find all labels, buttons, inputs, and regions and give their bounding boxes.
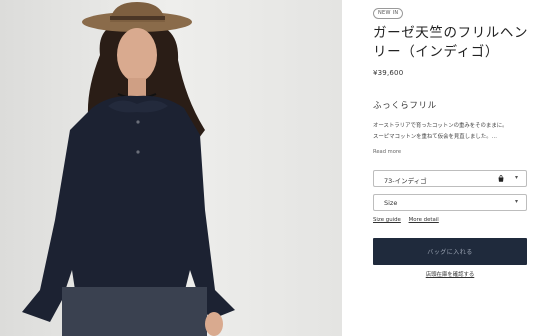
chevron-down-icon: ▾ (514, 174, 518, 181)
size-select-value: Size (384, 199, 398, 207)
product-photo[interactable] (0, 0, 342, 336)
color-select[interactable]: 73-インディゴ ▾ (373, 170, 527, 187)
check-store-stock-link[interactable]: 店頭在庫を確認する (373, 270, 527, 278)
color-select-value: 73-インディゴ (384, 177, 427, 185)
chevron-down-icon: ▾ (514, 198, 518, 205)
product-description: オーストラリアで育ったコットンの重みをそのままに。 スーピマコットンを重ねて仮会… (373, 121, 523, 142)
product-links: Size guide More detail (373, 217, 445, 223)
product-subtitle: ふっくらフリル (373, 101, 437, 111)
new-in-badge: NEW IN (373, 8, 404, 19)
size-select[interactable]: Size ▾ (373, 194, 527, 211)
product-price: ¥39,600 (373, 69, 404, 77)
shopping-bag-icon (498, 175, 504, 184)
product-title: ガーゼ天竺のフリルヘンリー（インディゴ） (373, 25, 529, 60)
description-line: オーストラリアで育ったコットンの重みをそのままに。 (373, 123, 508, 129)
read-more-link[interactable]: Read more (373, 149, 401, 155)
add-to-bag-button[interactable]: バッグに入れる (373, 238, 527, 265)
description-line: スーピマコットンを重ねて仮会を見直しました。… (373, 133, 497, 140)
model-wearing-shirt-image (0, 0, 342, 336)
size-guide-link[interactable]: Size guide (373, 217, 401, 223)
product-info-panel: NEW IN ガーゼ天竺のフリルヘンリー（インディゴ） ¥39,600 ふっくら… (373, 0, 528, 336)
more-detail-link[interactable]: More detail (409, 217, 439, 223)
